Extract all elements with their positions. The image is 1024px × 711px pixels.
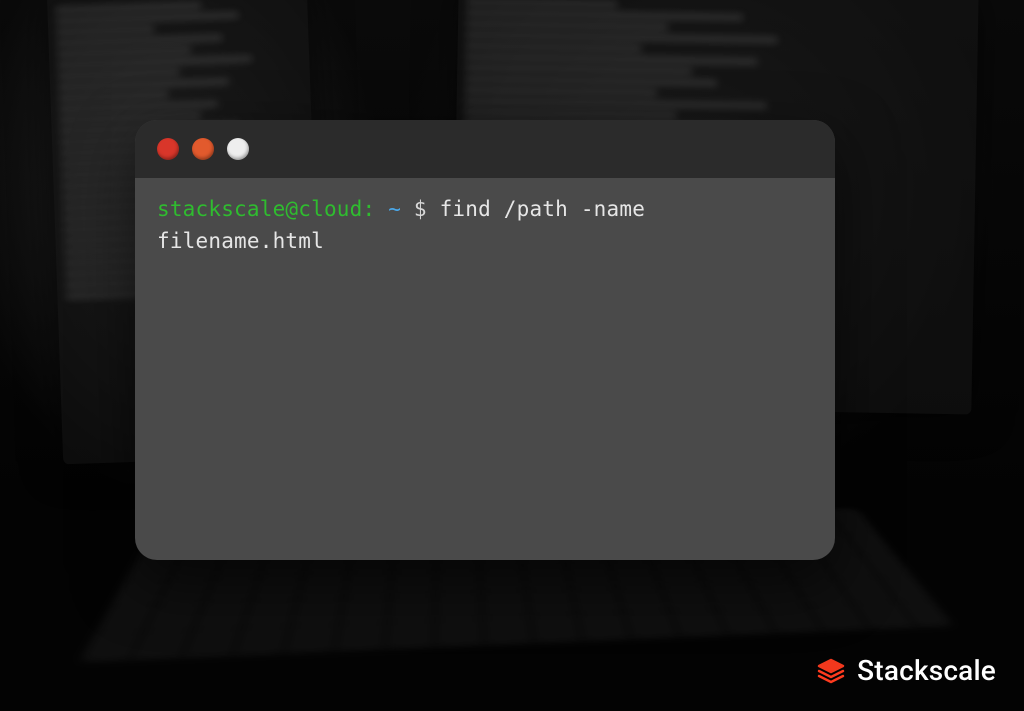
prompt-user-host: stackscale@cloud: — [157, 197, 375, 221]
brand-name: Stackscale — [857, 654, 996, 687]
window-minimize-button[interactable] — [192, 138, 214, 160]
terminal-body[interactable]: stackscale@cloud: ~ $ find /path -name f… — [135, 178, 835, 273]
brand-logo: Stackscale — [815, 654, 996, 687]
prompt-cwd: ~ — [388, 197, 401, 221]
prompt-symbol: $ — [414, 197, 427, 221]
window-close-button[interactable] — [157, 138, 179, 160]
terminal-titlebar[interactable] — [135, 120, 835, 178]
window-zoom-button[interactable] — [227, 138, 249, 160]
stackscale-mark-icon — [815, 655, 847, 687]
terminal-window: stackscale@cloud: ~ $ find /path -name f… — [135, 120, 835, 560]
